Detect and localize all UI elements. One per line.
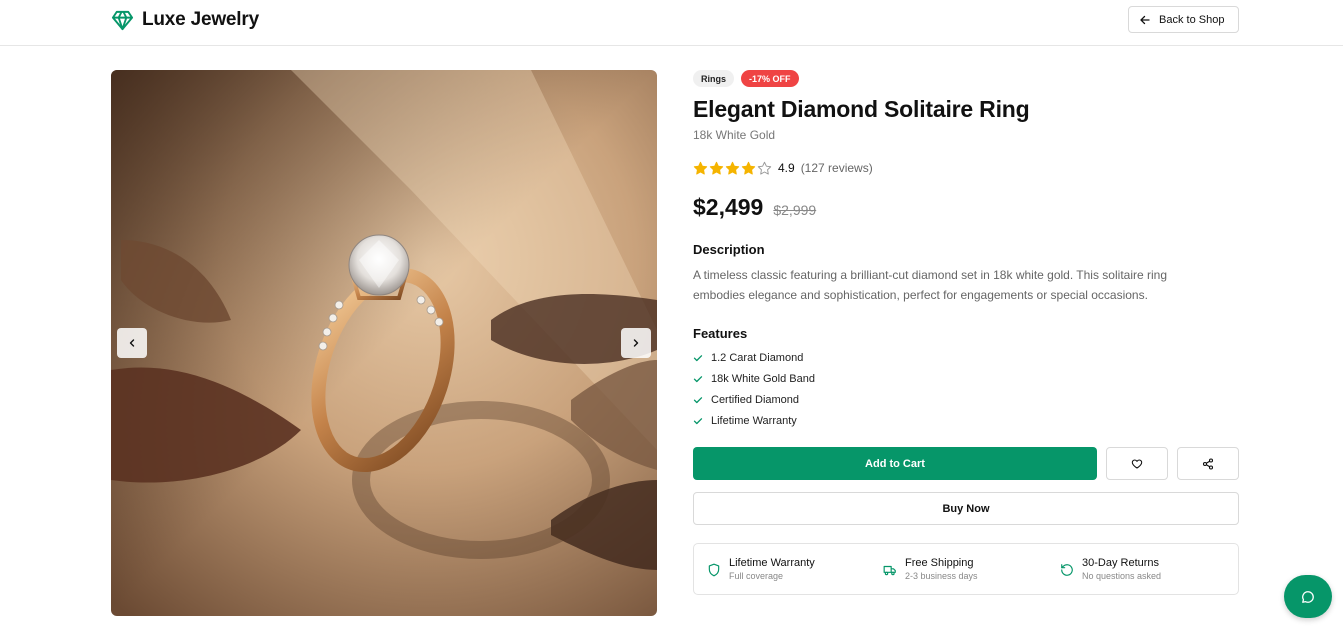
discount-badge: -17% OFF	[741, 70, 799, 87]
badge-row: Rings -17% OFF	[693, 70, 1239, 87]
feature-label: 18k White Gold Band	[711, 372, 815, 385]
check-icon	[693, 417, 703, 424]
shield-icon	[708, 563, 720, 577]
site-header: Luxe Jewelry Back to Shop	[0, 0, 1343, 46]
buy-now-button[interactable]: Buy Now	[693, 492, 1239, 525]
description-heading: Description	[693, 242, 765, 257]
star-icon	[741, 161, 756, 175]
arrow-left-icon	[1140, 15, 1150, 24]
feature-label: Lifetime Warranty	[711, 414, 797, 427]
truck-icon	[883, 565, 896, 576]
star-icon	[709, 161, 724, 175]
perk-warranty: Lifetime Warranty Full coverage	[707, 557, 815, 583]
current-price: $2,499	[693, 194, 764, 220]
rating-row: 4.9 (127 reviews)	[693, 160, 1239, 176]
product-title: Elegant Diamond Solitaire Ring	[693, 96, 1030, 122]
perk-title: Free Shipping	[905, 557, 974, 569]
check-icon	[693, 396, 703, 403]
share-button[interactable]	[1177, 447, 1239, 480]
category-badge: Rings	[693, 70, 735, 87]
back-to-shop-button[interactable]: Back to Shop	[1128, 6, 1239, 33]
chat-button[interactable]	[1284, 575, 1332, 618]
original-price: $2,999	[773, 202, 817, 218]
perks-panel: Lifetime Warranty Full coverage Free Shi…	[693, 543, 1239, 595]
perk-title: Lifetime Warranty	[729, 557, 815, 569]
product-image-gallery	[111, 70, 657, 616]
check-icon	[693, 354, 703, 361]
gem-icon	[111, 10, 134, 30]
feature-item: 1.2 Carat Diamond	[693, 347, 1239, 368]
heart-icon	[1131, 458, 1143, 469]
star-rating	[693, 161, 772, 176]
rotate-icon	[1061, 564, 1073, 576]
perk-title: 30-Day Returns	[1082, 557, 1160, 569]
perk-subtitle: Full coverage	[729, 571, 784, 581]
check-icon	[693, 375, 703, 382]
chevron-left-icon	[129, 339, 135, 347]
feature-item: Certified Diamond	[693, 389, 1239, 410]
next-image-button[interactable]	[621, 328, 651, 358]
feature-label: 1.2 Carat Diamond	[711, 351, 804, 364]
purchase-actions: Add to Cart	[693, 447, 1239, 480]
feature-label: Certified Diamond	[711, 393, 800, 406]
features-list: 1.2 Carat Diamond 18k White Gold Band Ce…	[693, 347, 1239, 431]
wishlist-button[interactable]	[1106, 447, 1168, 480]
product-info: Rings -17% OFF Elegant Diamond Solitaire…	[693, 70, 1239, 431]
product-material: 18k White Gold	[693, 128, 776, 142]
perk-subtitle: 2-3 business days	[905, 571, 978, 581]
chevron-right-icon	[633, 339, 639, 347]
star-icon	[725, 161, 740, 175]
previous-image-button[interactable]	[117, 328, 147, 358]
rating-value: 4.9	[778, 161, 795, 175]
features-heading: Features	[693, 326, 748, 341]
price-row: $2,499 $2,999	[693, 194, 1239, 221]
brand-name: Luxe Jewelry	[142, 9, 259, 30]
add-to-cart-button[interactable]: Add to Cart	[693, 447, 1097, 480]
product-image	[111, 70, 657, 616]
feature-item: Lifetime Warranty	[693, 410, 1239, 431]
feature-item: 18k White Gold Band	[693, 368, 1239, 389]
perk-shipping: Free Shipping 2-3 business days	[883, 557, 978, 583]
review-count[interactable]: (127 reviews)	[801, 161, 873, 175]
star-icon	[693, 161, 708, 175]
perk-subtitle: No questions asked	[1082, 571, 1162, 581]
back-to-shop-label: Back to Shop	[1159, 13, 1225, 26]
chat-bubble-icon	[1302, 590, 1314, 603]
share-icon	[1202, 457, 1214, 470]
perk-returns: 30-Day Returns No questions asked	[1060, 557, 1161, 583]
brand-logo[interactable]: Luxe Jewelry	[111, 8, 259, 32]
star-icon	[757, 161, 772, 175]
description-text: A timeless classic featuring a brilliant…	[693, 268, 1167, 302]
